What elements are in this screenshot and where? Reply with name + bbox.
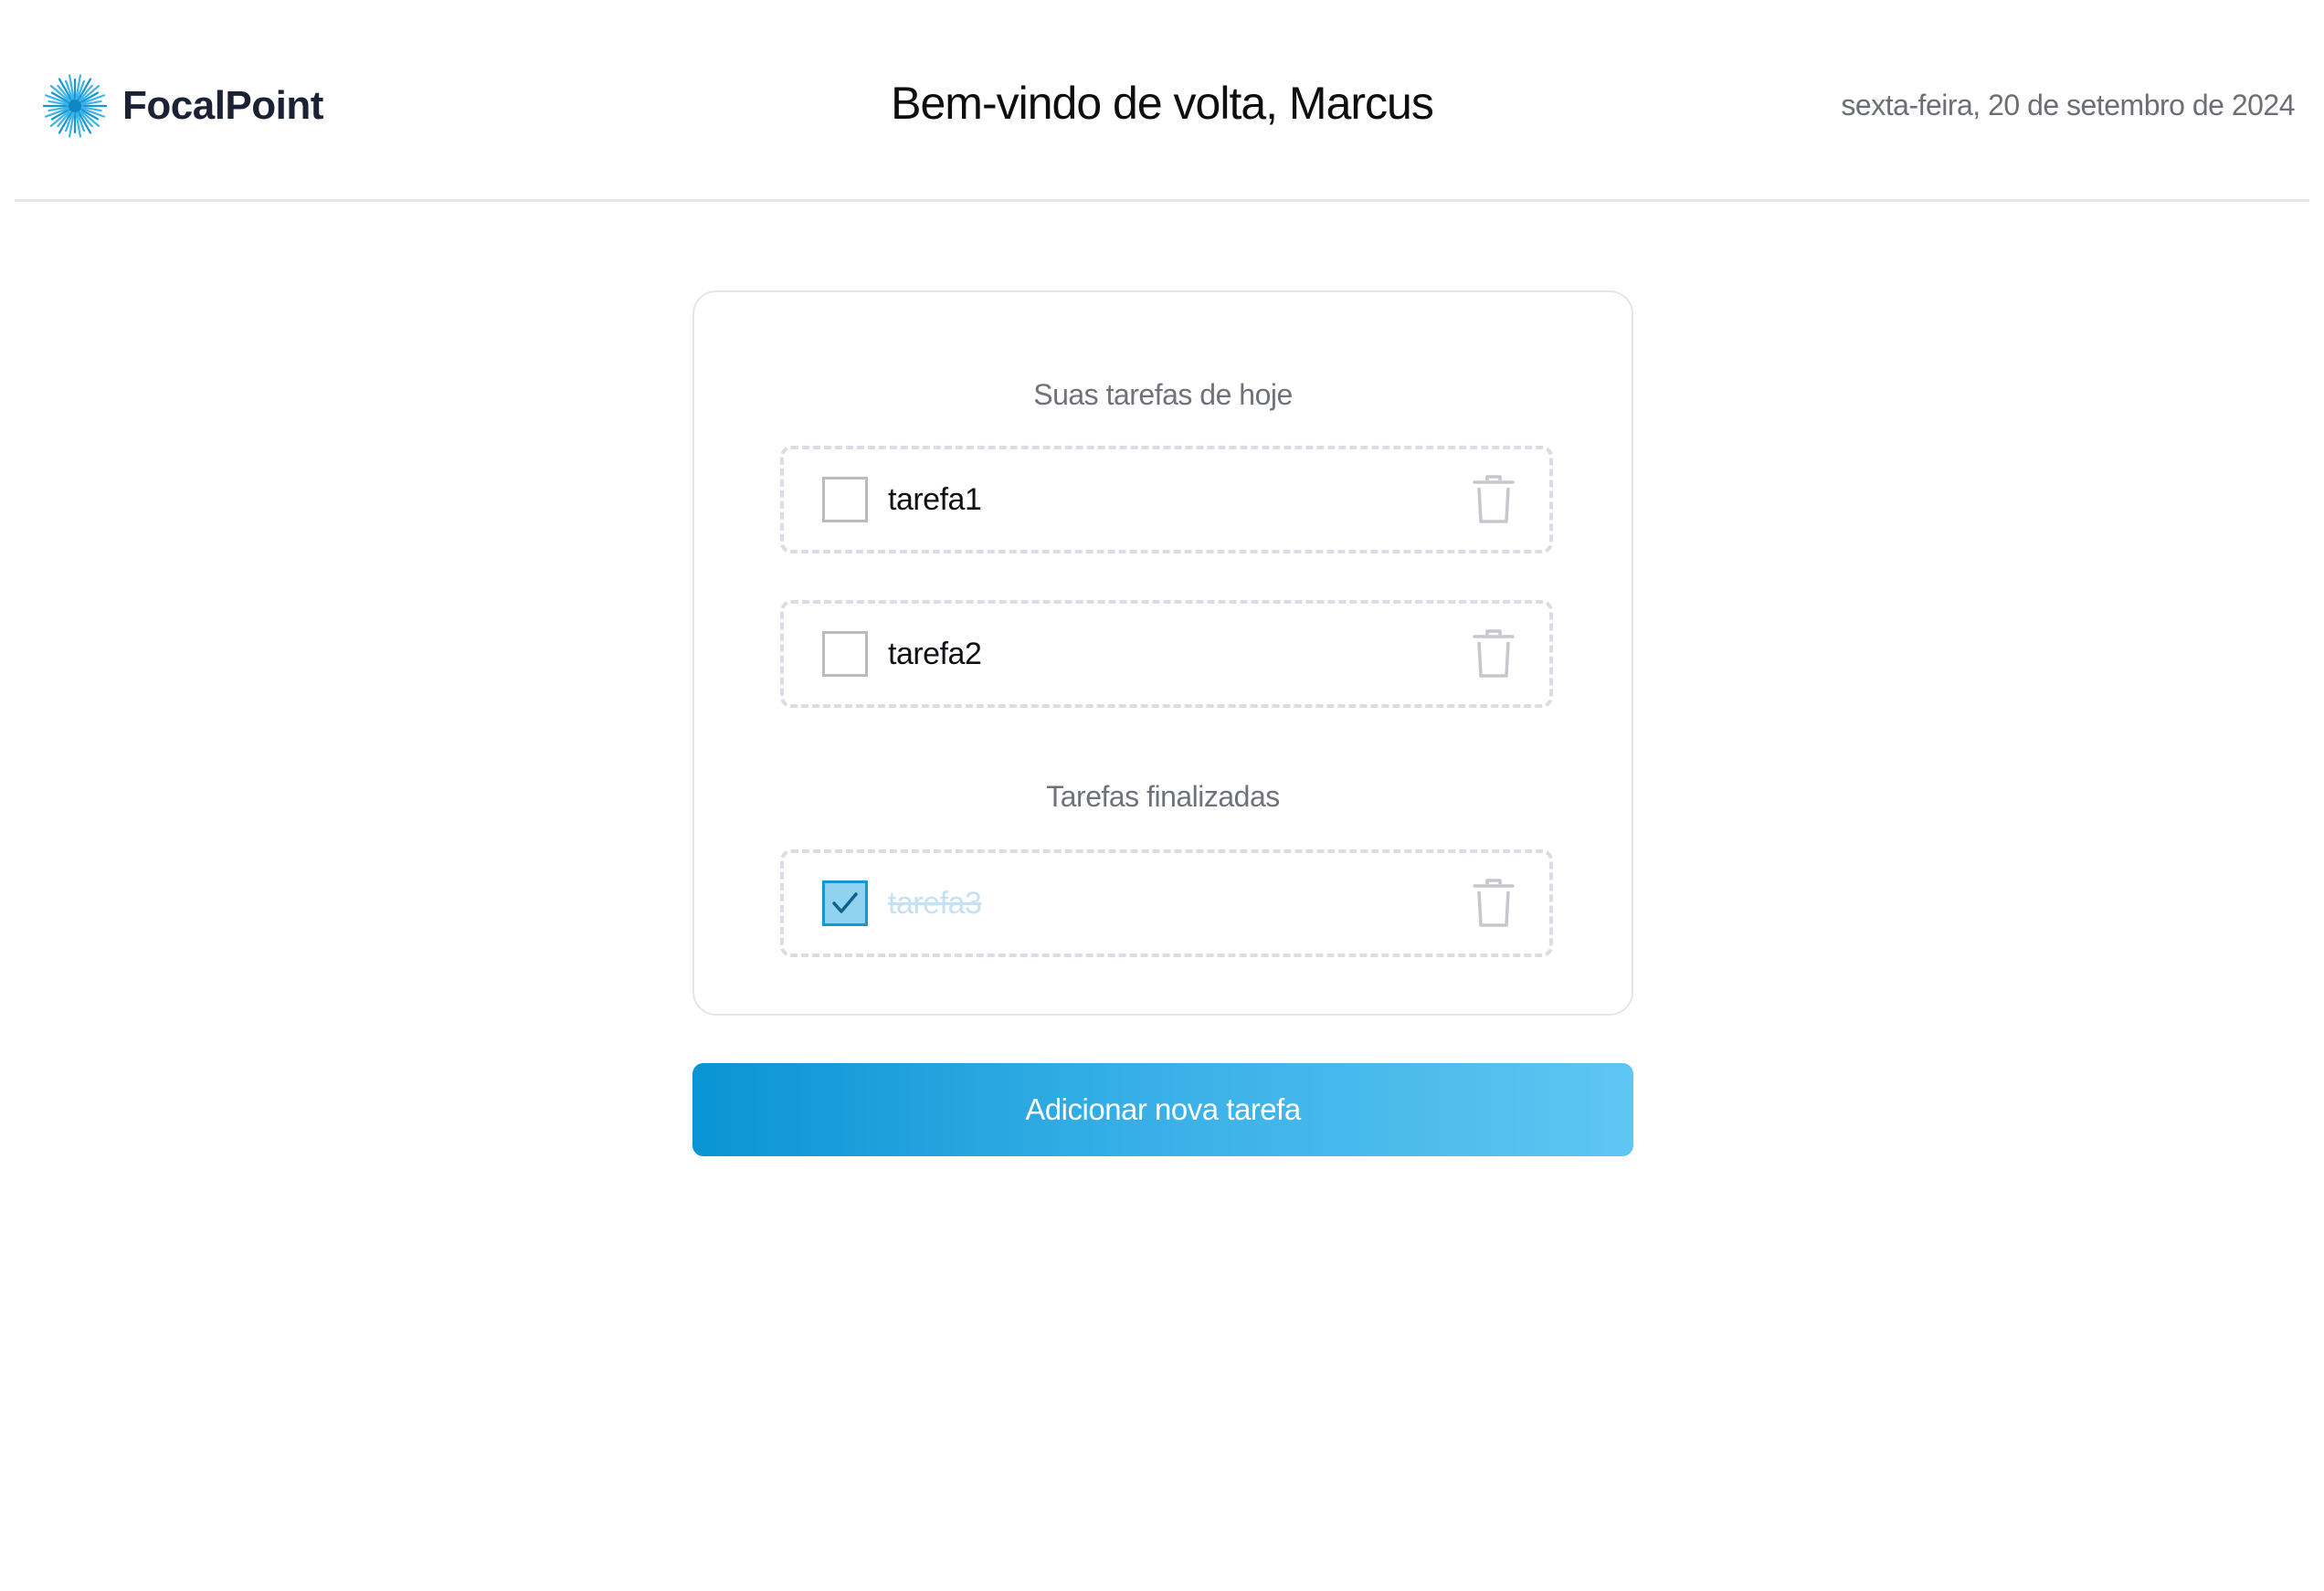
header: FocalPoint Bem-vindo de volta, Marcus se… xyxy=(15,0,2309,202)
brand-name: FocalPoint xyxy=(122,83,323,128)
checkmark-icon xyxy=(832,892,858,913)
trash-icon[interactable] xyxy=(1469,474,1518,525)
task-checkbox-checked[interactable] xyxy=(822,880,868,926)
today-tasks-title: Suas tarefas de hoje xyxy=(1033,378,1293,411)
current-date: sexta-feira, 20 de setembro de 2024 xyxy=(1841,89,2295,121)
finished-task-item: tarefa3 xyxy=(780,849,1553,957)
task-item: tarefa2 xyxy=(780,600,1553,708)
task-checkbox[interactable] xyxy=(822,631,868,677)
add-task-button[interactable]: Adicionar nova tarefa xyxy=(692,1063,1633,1156)
task-label: tarefa3 xyxy=(888,885,982,921)
finished-tasks-title: Tarefas finalizadas xyxy=(1046,780,1280,813)
trash-icon[interactable] xyxy=(1469,878,1518,929)
starburst-logo-icon xyxy=(42,73,108,139)
tasks-card: Suas tarefas de hoje tarefa1 tarefa2 Tar… xyxy=(692,290,1633,1016)
page: FocalPoint Bem-vindo de volta, Marcus se… xyxy=(0,0,2324,1591)
task-checkbox[interactable] xyxy=(822,477,868,522)
trash-icon[interactable] xyxy=(1469,628,1518,680)
brand[interactable]: FocalPoint xyxy=(42,71,323,141)
task-label: tarefa2 xyxy=(888,636,982,671)
task-item: tarefa1 xyxy=(780,446,1553,553)
task-label: tarefa1 xyxy=(888,481,982,517)
